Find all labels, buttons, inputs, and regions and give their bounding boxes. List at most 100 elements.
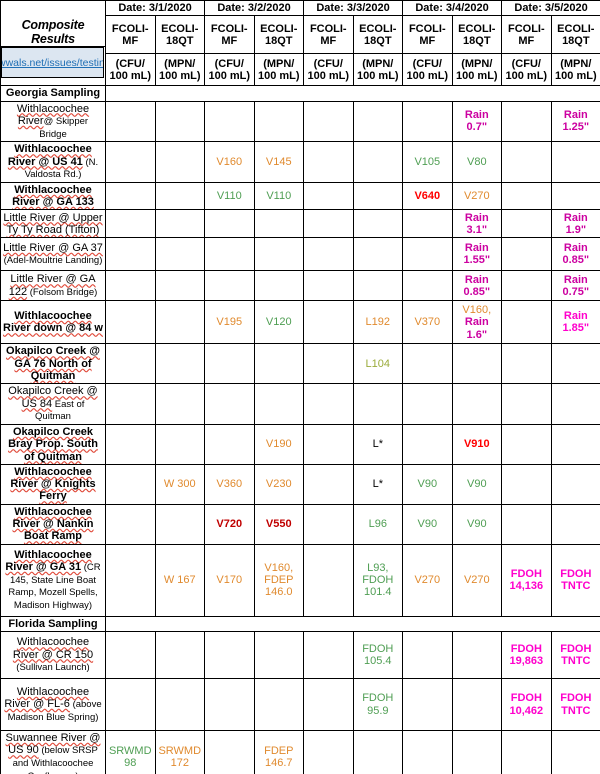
data-cell[interactable]: V90 — [451, 463, 503, 505]
data-cell[interactable] — [402, 678, 453, 731]
data-cell[interactable] — [451, 678, 503, 731]
data-cell[interactable] — [402, 343, 453, 385]
data-cell[interactable]: V90 — [402, 503, 453, 545]
data-cell[interactable]: L* — [352, 463, 404, 505]
data-cell[interactable] — [154, 181, 206, 211]
data-cell[interactable] — [550, 729, 600, 774]
data-cell[interactable] — [352, 209, 404, 239]
data-cell[interactable]: V640 — [402, 181, 453, 211]
data-cell[interactable] — [154, 141, 206, 183]
data-cell[interactable] — [352, 729, 404, 774]
data-cell[interactable] — [105, 141, 156, 183]
data-cell[interactable]: V105 — [402, 141, 453, 183]
data-cell[interactable] — [253, 678, 305, 731]
site-name-cell[interactable]: Little River @ Upper Ty Ty Road (Tifton) — [0, 209, 106, 239]
data-cell[interactable]: V270 — [451, 543, 503, 617]
data-cell[interactable]: V110 — [253, 181, 305, 211]
data-cell[interactable]: V550 — [253, 503, 305, 545]
data-cell[interactable] — [402, 423, 453, 465]
data-cell[interactable]: FDOH 14,136 — [501, 543, 552, 617]
data-cell[interactable] — [154, 237, 206, 272]
data-cell[interactable] — [204, 729, 255, 774]
data-cell[interactable]: V90 — [451, 503, 503, 545]
data-cell[interactable] — [303, 237, 354, 272]
data-cell[interactable]: L96 — [352, 503, 404, 545]
data-cell[interactable] — [154, 631, 206, 679]
data-cell[interactable] — [402, 237, 453, 272]
data-cell[interactable] — [154, 383, 206, 425]
data-cell[interactable]: L192 — [352, 300, 404, 345]
data-cell[interactable] — [253, 383, 305, 425]
data-cell[interactable] — [501, 503, 552, 545]
data-cell[interactable]: SRWMD 172 — [154, 729, 206, 774]
data-cell[interactable] — [550, 423, 600, 465]
data-cell[interactable] — [352, 270, 404, 302]
data-cell[interactable] — [303, 300, 354, 345]
data-cell[interactable]: FDOH 10,462 — [501, 678, 552, 731]
data-cell[interactable] — [501, 270, 552, 302]
site-name-cell[interactable]: Withlacoochee River @ US 41 (N. Valdosta… — [0, 141, 106, 183]
data-cell[interactable] — [204, 237, 255, 272]
site-name-cell[interactable]: Okapilco Creek Bray Prop. South of Quitm… — [0, 423, 106, 465]
data-cell[interactable]: V370 — [402, 300, 453, 345]
data-cell[interactable] — [204, 209, 255, 239]
data-cell[interactable]: V160, FDEP 146.0 — [253, 543, 305, 617]
data-cell[interactable] — [451, 729, 503, 774]
data-cell[interactable] — [303, 729, 354, 774]
data-cell[interactable] — [154, 209, 206, 239]
data-cell[interactable] — [105, 100, 156, 143]
site-name-cell[interactable]: Withlacoochee River @ GA 31 (CR 145, Sta… — [0, 543, 106, 617]
data-cell[interactable]: Rain 1.25" — [550, 100, 600, 143]
data-cell[interactable] — [303, 423, 354, 465]
data-cell[interactable] — [303, 270, 354, 302]
data-cell[interactable] — [402, 100, 453, 143]
data-cell[interactable] — [402, 383, 453, 425]
data-cell[interactable] — [253, 343, 305, 385]
data-cell[interactable]: V145 — [253, 141, 305, 183]
data-cell[interactable] — [204, 100, 255, 143]
data-cell[interactable] — [501, 463, 552, 505]
data-cell[interactable]: FDOH TNTC — [550, 543, 600, 617]
data-cell[interactable]: Rain 0.75" — [550, 270, 600, 302]
site-name-cell[interactable]: Withlacoochee River down @ 84 w — [0, 300, 106, 345]
data-cell[interactable]: FDOH 95.9 — [352, 678, 404, 731]
data-cell[interactable]: Rain 1.55" — [451, 237, 503, 272]
data-cell[interactable] — [105, 423, 156, 465]
data-cell[interactable] — [105, 209, 156, 239]
data-cell[interactable]: FDOH 19,863 — [501, 631, 552, 679]
data-cell[interactable]: W 300 — [154, 463, 206, 505]
data-cell[interactable] — [105, 631, 156, 679]
data-cell[interactable] — [402, 270, 453, 302]
data-cell[interactable] — [105, 237, 156, 272]
data-cell[interactable] — [550, 181, 600, 211]
site-name-cell[interactable]: Little River @ GA 37 (Adel-Moultrie Land… — [0, 237, 106, 272]
data-cell[interactable] — [550, 343, 600, 385]
data-cell[interactable] — [105, 678, 156, 731]
data-cell[interactable] — [501, 423, 552, 465]
data-cell[interactable]: L* — [352, 423, 404, 465]
wwals-testing-link[interactable]: wwals.net/issues/testing — [1, 47, 104, 78]
data-cell[interactable] — [303, 100, 354, 143]
data-cell[interactable] — [303, 141, 354, 183]
data-cell[interactable]: V170 — [204, 543, 255, 617]
site-name-cell[interactable]: Little River @ GA 122 (Folsom Bridge) — [0, 270, 106, 302]
data-cell[interactable] — [451, 383, 503, 425]
data-cell[interactable]: V270 — [451, 181, 503, 211]
data-cell[interactable] — [154, 100, 206, 143]
data-cell[interactable] — [501, 181, 552, 211]
data-cell[interactable] — [303, 463, 354, 505]
site-name-cell[interactable]: Okapilco Creek @ GA 76 North of Quitman — [0, 343, 106, 385]
data-cell[interactable] — [501, 209, 552, 239]
data-cell[interactable] — [550, 503, 600, 545]
data-cell[interactable] — [501, 237, 552, 272]
data-cell[interactable] — [550, 141, 600, 183]
data-cell[interactable]: V230 — [253, 463, 305, 505]
data-cell[interactable] — [451, 631, 503, 679]
data-cell[interactable]: V80 — [451, 141, 503, 183]
data-cell[interactable] — [303, 181, 354, 211]
data-cell[interactable] — [303, 678, 354, 731]
data-cell[interactable] — [253, 209, 305, 239]
data-cell[interactable] — [105, 463, 156, 505]
data-cell[interactable] — [501, 383, 552, 425]
data-cell[interactable] — [105, 270, 156, 302]
